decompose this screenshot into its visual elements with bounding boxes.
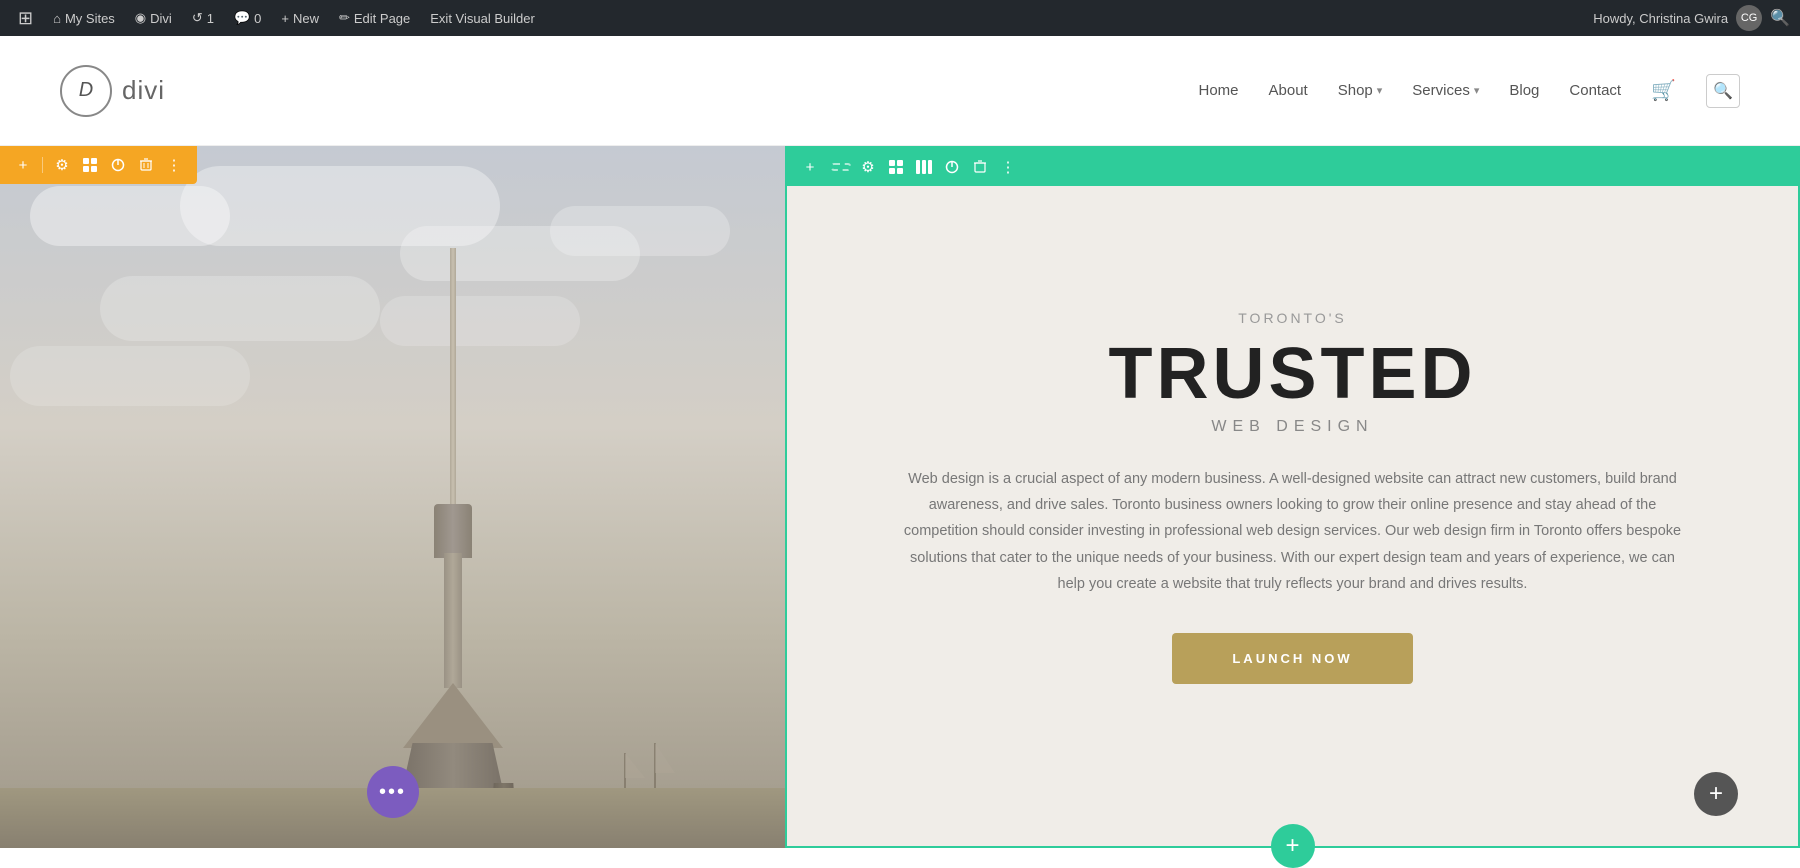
add-section-button[interactable]: + xyxy=(1271,824,1315,868)
wp-logo-button[interactable]: ⊞ xyxy=(10,0,41,36)
new-button[interactable]: + New xyxy=(273,0,327,36)
my-sites-button[interactable]: ⌂ My Sites xyxy=(45,0,123,36)
search-icon[interactable]: 🔍 xyxy=(1706,74,1740,108)
divi-button[interactable]: ◉ Divi xyxy=(127,0,180,36)
nav-item-services[interactable]: Services ▾ xyxy=(1412,82,1479,99)
tower-needle xyxy=(450,248,456,508)
cart-icon[interactable]: 🛒 xyxy=(1651,78,1676,103)
chevron-down-icon: ▾ xyxy=(1474,84,1480,97)
add-section-gray-button[interactable]: + xyxy=(1694,772,1738,816)
more-options-icon[interactable]: ⋮ xyxy=(163,154,185,176)
content-title-sub: WEB DESIGN xyxy=(1211,418,1373,436)
section-options-button[interactable]: ••• xyxy=(367,766,419,818)
plus-icon: + xyxy=(281,11,289,26)
cn-tower xyxy=(353,248,553,848)
my-sites-label: My Sites xyxy=(65,11,115,26)
divi-icon: ◉ xyxy=(135,10,146,26)
add-row-icon[interactable]: + xyxy=(799,156,821,178)
content-title-main: TRUSTED xyxy=(1109,338,1477,410)
site-nav: Home About Shop ▾ Services ▾ Blog Contac… xyxy=(1199,74,1741,108)
tower-base-upper xyxy=(403,683,503,748)
logo-text: divi xyxy=(122,75,165,106)
cloud-5 xyxy=(100,276,380,341)
new-label: New xyxy=(293,11,319,26)
more-options-icon[interactable]: ⋮ xyxy=(997,156,1019,178)
updates-button[interactable]: ↺ 1 xyxy=(184,0,222,36)
comments-count: 0 xyxy=(254,11,261,26)
nav-item-home[interactable]: Home xyxy=(1199,82,1239,99)
right-section-toolbar: + ⚙ xyxy=(787,148,1798,186)
cloud-7 xyxy=(10,346,250,406)
nav-item-contact[interactable]: Contact xyxy=(1569,82,1621,99)
update-count: 1 xyxy=(207,11,214,26)
plus-icon-gray: + xyxy=(1709,780,1723,808)
pencil-icon: ✏ xyxy=(339,10,350,26)
nav-label-shop: Shop xyxy=(1338,82,1373,99)
settings-icon[interactable]: ⚙ xyxy=(857,156,879,178)
content-body: Web design is a crucial aspect of any mo… xyxy=(903,466,1683,596)
site-header: D divi Home About Shop ▾ Services ▾ Blog… xyxy=(0,36,1800,146)
columns-icon[interactable] xyxy=(913,156,935,178)
nav-item-shop[interactable]: Shop ▾ xyxy=(1338,82,1383,99)
nav-item-about[interactable]: About xyxy=(1269,82,1308,99)
update-icon: ↺ xyxy=(192,10,203,26)
layout-icon[interactable] xyxy=(79,154,101,176)
exit-vb-button[interactable]: Exit Visual Builder xyxy=(422,0,543,36)
nav-label-home: Home xyxy=(1199,82,1239,99)
nav-label-services: Services xyxy=(1412,82,1470,99)
user-avatar[interactable]: CG xyxy=(1736,5,1762,31)
logo-letter: D xyxy=(79,79,93,102)
left-section: + ⚙ xyxy=(0,146,785,848)
dashed-outline xyxy=(831,163,851,171)
launch-now-button[interactable]: LAUNCH NOW xyxy=(1172,633,1412,684)
tower-base-lower xyxy=(403,743,503,788)
sites-icon: ⌂ xyxy=(53,11,61,26)
logo-circle: D xyxy=(60,65,112,117)
user-greeting: Howdy, Christina Gwira xyxy=(1593,11,1728,26)
power-icon[interactable] xyxy=(941,156,963,178)
admin-search-icon[interactable]: 🔍 xyxy=(1770,8,1790,28)
tower-pod xyxy=(434,504,472,558)
admin-bar-right: Howdy, Christina Gwira CG 🔍 xyxy=(1593,5,1790,31)
nav-label-about: About xyxy=(1269,82,1308,99)
trash-icon[interactable] xyxy=(969,156,991,178)
layout-icon[interactable] xyxy=(885,156,907,178)
comments-button[interactable]: 💬 0 xyxy=(226,0,269,36)
nav-label-blog: Blog xyxy=(1509,82,1539,99)
comments-icon: 💬 xyxy=(234,10,250,26)
wp-icon: ⊞ xyxy=(18,8,33,29)
add-section-icon[interactable]: + xyxy=(12,154,34,176)
settings-icon[interactable]: ⚙ xyxy=(51,154,73,176)
admin-bar: ⊞ ⌂ My Sites ◉ Divi ↺ 1 💬 0 + New ✏ Edit… xyxy=(0,0,1800,36)
cloud-4 xyxy=(550,206,730,256)
exit-vb-label: Exit Visual Builder xyxy=(430,11,535,26)
background-image xyxy=(0,146,785,848)
chevron-down-icon: ▾ xyxy=(1377,84,1383,97)
power-icon[interactable] xyxy=(107,154,129,176)
dots-label: ••• xyxy=(379,781,406,804)
main-content: + ⚙ xyxy=(0,146,1800,848)
tower-shaft xyxy=(444,553,462,688)
nav-item-blog[interactable]: Blog xyxy=(1509,82,1539,99)
site-logo[interactable]: D divi xyxy=(60,65,165,117)
trash-icon[interactable] xyxy=(135,154,157,176)
left-section-toolbar: + ⚙ xyxy=(0,146,197,184)
plus-icon: + xyxy=(1285,832,1299,860)
content-subtitle: TORONTO'S xyxy=(1238,310,1347,326)
divi-label: Divi xyxy=(150,11,172,26)
right-section: + ⚙ xyxy=(785,146,1800,848)
edit-page-label: Edit Page xyxy=(354,11,410,26)
nav-label-contact: Contact xyxy=(1569,82,1621,99)
edit-page-button[interactable]: ✏ Edit Page xyxy=(331,0,418,36)
toolbar-separator xyxy=(42,157,43,173)
